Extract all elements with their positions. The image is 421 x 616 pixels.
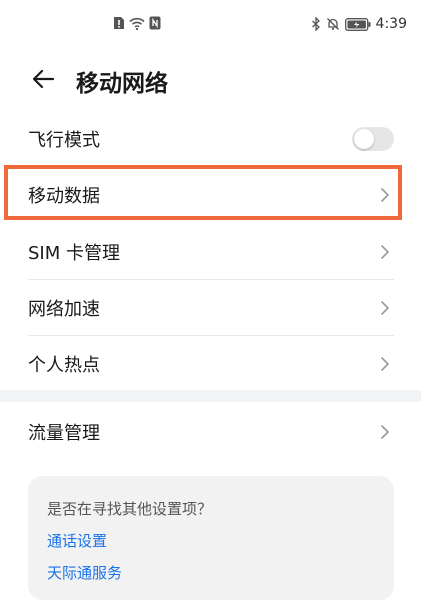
status-bar: 4:39	[0, 0, 421, 52]
silent-icon	[326, 17, 340, 31]
battery-icon	[344, 17, 371, 31]
chevron-right-icon	[378, 423, 392, 441]
mobile-data-label: 移动数据	[28, 185, 100, 207]
sim-management-label: SIM 卡管理	[28, 242, 120, 264]
chevron-right-icon	[378, 243, 392, 261]
chevron-right-icon	[378, 355, 392, 373]
call-settings-link[interactable]: 通话设置	[47, 530, 107, 551]
airplane-mode-toggle[interactable]	[352, 126, 394, 151]
mobile-network-screen: 4:39 移动网络 飞行模式 移动数据 SIM 卡管理 网络加速 个人热点 流量…	[0, 0, 421, 616]
chevron-right-icon	[378, 186, 392, 204]
nfc-icon	[149, 16, 161, 30]
data-usage-label: 流量管理	[28, 422, 100, 444]
hotspot-row[interactable]: 个人热点	[28, 336, 394, 391]
bluetooth-icon	[311, 16, 321, 32]
chevron-right-icon	[378, 299, 392, 317]
status-bar-left	[113, 16, 161, 30]
status-bar-right: 4:39	[311, 16, 407, 32]
data-usage-row[interactable]: 流量管理	[28, 404, 394, 459]
page-title: 移动网络	[76, 71, 168, 97]
wifi-icon	[129, 17, 145, 30]
suggestion-question: 是否在寻找其他设置项？	[47, 500, 213, 518]
skytone-service-link[interactable]: 天际通服务	[47, 562, 122, 583]
back-button[interactable]	[26, 64, 60, 94]
mobile-data-row[interactable]: 移动数据	[28, 167, 394, 222]
network-acceleration-label: 网络加速	[28, 298, 100, 320]
airplane-mode-label: 飞行模式	[28, 129, 100, 151]
sim-alert-icon	[113, 16, 125, 30]
sim-management-row[interactable]: SIM 卡管理	[28, 224, 394, 279]
toggle-knob	[354, 128, 374, 149]
back-arrow-icon	[31, 69, 55, 89]
hotspot-label: 个人热点	[28, 354, 100, 376]
suggestion-card: 是否在寻找其他设置项？ 通话设置 天际通服务	[28, 476, 394, 600]
section-separator	[0, 390, 421, 402]
app-header: 移动网络	[0, 52, 421, 108]
network-acceleration-row[interactable]: 网络加速	[28, 280, 394, 335]
clock-time: 4:39	[375, 16, 407, 32]
airplane-mode-row[interactable]: 飞行模式	[28, 111, 394, 166]
